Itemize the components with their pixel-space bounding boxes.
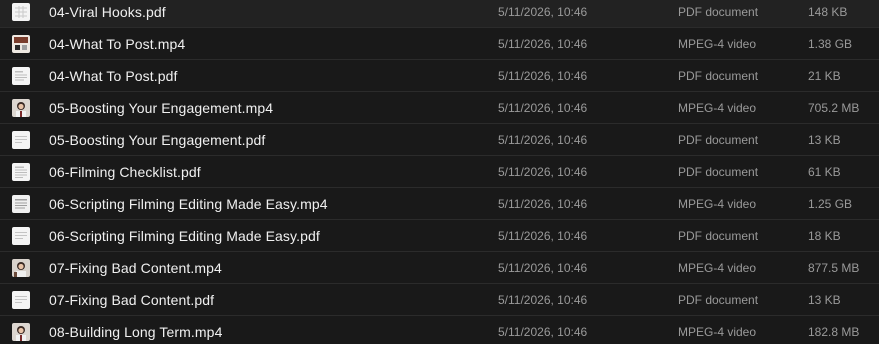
file-row[interactable]: 07-Fixing Bad Content.mp4 5/11/2026, 10:… (0, 253, 879, 284)
file-name: 04-What To Post.mp4 (49, 36, 186, 52)
file-row[interactable]: 06-Filming Checklist.pdf 5/11/2026, 10:4… (0, 157, 879, 188)
file-date: 5/11/2026, 10:46 (498, 69, 588, 83)
file-list: 04-Viral Hooks.pdf 5/11/2026, 10:46 PDF … (0, 0, 879, 344)
file-date: 5/11/2026, 10:46 (498, 133, 588, 147)
file-name: 08-Building Long Term.mp4 (49, 324, 223, 340)
pdf-page-icon (12, 131, 30, 149)
file-name: 06-Scripting Filming Editing Made Easy.p… (49, 228, 320, 244)
file-name: 05-Boosting Your Engagement.pdf (49, 132, 266, 148)
file-name: 06-Filming Checklist.pdf (49, 164, 201, 180)
file-row[interactable]: 05-Boosting Your Engagement.pdf 5/11/202… (0, 125, 879, 156)
pdf-page-icon (12, 163, 30, 181)
file-name: 06-Scripting Filming Editing Made Easy.m… (49, 196, 328, 212)
file-kind: PDF document (678, 5, 759, 19)
file-kind: PDF document (678, 293, 759, 307)
file-kind: PDF document (678, 229, 759, 243)
file-date: 5/11/2026, 10:46 (498, 37, 588, 51)
file-name: 07-Fixing Bad Content.pdf (49, 292, 215, 308)
file-name: 07-Fixing Bad Content.mp4 (49, 260, 222, 276)
file-date: 5/11/2026, 10:46 (498, 261, 588, 275)
file-date: 5/11/2026, 10:46 (498, 325, 588, 339)
file-size: 705.2 MB (808, 101, 860, 115)
file-kind: PDF document (678, 69, 759, 83)
file-row[interactable]: 04-Viral Hooks.pdf 5/11/2026, 10:46 PDF … (0, 0, 879, 28)
file-row[interactable]: 05-Boosting Your Engagement.mp4 5/11/202… (0, 93, 879, 124)
file-size: 61 KB (808, 165, 841, 179)
file-kind: MPEG-4 video (678, 261, 757, 275)
file-kind: PDF document (678, 133, 759, 147)
file-name: 04-What To Post.pdf (49, 68, 178, 84)
file-name: 04-Viral Hooks.pdf (49, 4, 166, 20)
file-size: 877.5 MB (808, 261, 860, 275)
file-row[interactable]: 08-Building Long Term.mp4 5/11/2026, 10:… (0, 317, 879, 344)
file-size: 18 KB (808, 229, 841, 243)
file-date: 5/11/2026, 10:46 (498, 165, 588, 179)
file-kind: MPEG-4 video (678, 325, 757, 339)
file-date: 5/11/2026, 10:46 (498, 197, 588, 211)
pdf-page-icon (12, 67, 30, 85)
pdf-page-icon (12, 291, 30, 309)
file-date: 5/11/2026, 10:46 (498, 5, 588, 19)
video-thumbnail-icon (12, 35, 30, 53)
file-row[interactable]: 07-Fixing Bad Content.pdf 5/11/2026, 10:… (0, 285, 879, 316)
file-row[interactable]: 06-Scripting Filming Editing Made Easy.p… (0, 221, 879, 252)
file-kind: MPEG-4 video (678, 101, 757, 115)
file-kind: MPEG-4 video (678, 197, 757, 211)
video-portrait-icon (12, 99, 30, 117)
file-size: 21 KB (808, 69, 841, 83)
file-date: 5/11/2026, 10:46 (498, 229, 588, 243)
video-slide-icon (12, 195, 30, 213)
video-portrait-icon (12, 323, 30, 341)
file-date: 5/11/2026, 10:46 (498, 293, 588, 307)
file-size: 1.38 GB (808, 37, 853, 51)
file-size: 148 KB (808, 5, 848, 19)
file-size: 13 KB (808, 133, 841, 147)
file-kind: MPEG-4 video (678, 37, 757, 51)
file-name: 05-Boosting Your Engagement.mp4 (49, 100, 274, 116)
file-kind: PDF document (678, 165, 759, 179)
video-portrait-icon (12, 259, 30, 277)
file-size: 13 KB (808, 293, 841, 307)
pdf-page-icon (12, 227, 30, 245)
file-date: 5/11/2026, 10:46 (498, 101, 588, 115)
file-size: 182.8 MB (808, 325, 860, 339)
file-row[interactable]: 04-What To Post.pdf 5/11/2026, 10:46 PDF… (0, 61, 879, 92)
file-row[interactable]: 06-Scripting Filming Editing Made Easy.m… (0, 189, 879, 220)
file-size: 1.25 GB (808, 197, 853, 211)
file-row[interactable]: 04-What To Post.mp4 5/11/2026, 10:46 MPE… (0, 29, 879, 60)
pdf-grid-icon (12, 3, 30, 21)
